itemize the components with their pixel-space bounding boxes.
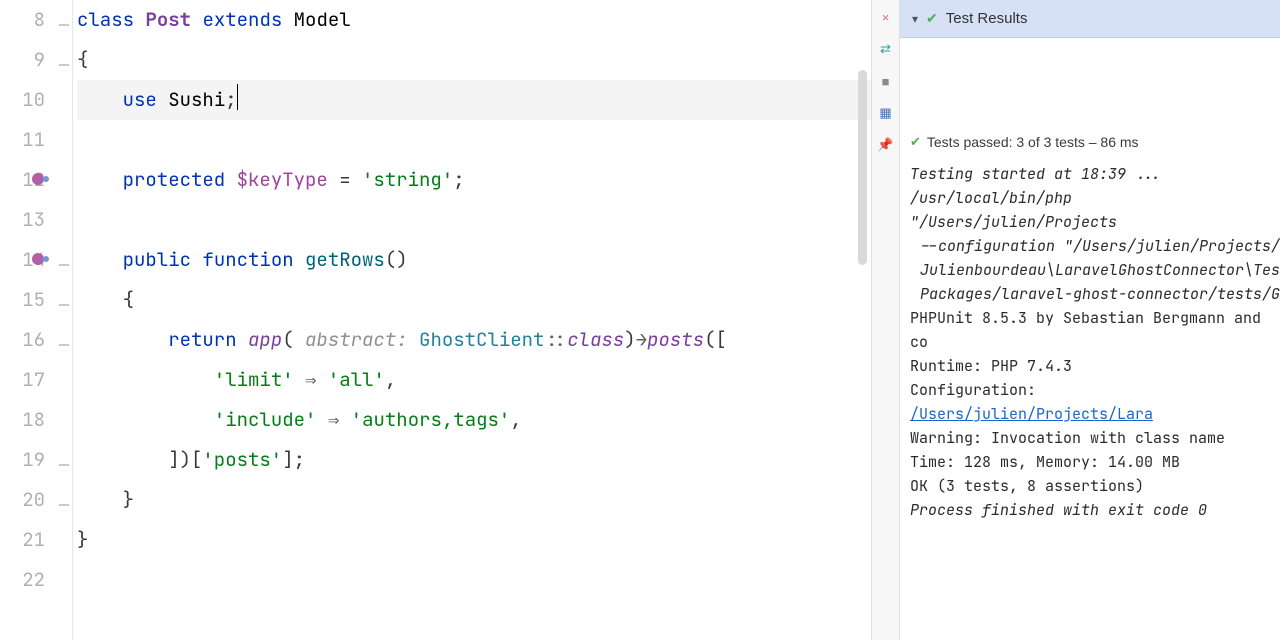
code-line[interactable]: } bbox=[77, 520, 871, 560]
line-number: 21 bbox=[0, 520, 45, 560]
code-line[interactable]: public function getRows() bbox=[77, 240, 871, 280]
editor-scrollbar-thumb[interactable] bbox=[858, 70, 867, 265]
console-line: OK (3 tests, 8 assertions) bbox=[910, 474, 1280, 498]
code-line[interactable]: } bbox=[77, 480, 871, 520]
code-line[interactable]: 'include' ⇒ 'authors,tags', bbox=[77, 400, 871, 440]
fold-toggle[interactable] bbox=[55, 325, 72, 365]
code-line[interactable] bbox=[77, 560, 871, 600]
fold-toggle[interactable] bbox=[55, 285, 72, 325]
console-line: --configuration "/Users/julien/Projects/ bbox=[910, 234, 1280, 258]
line-number: 20 bbox=[0, 480, 45, 520]
console-line: Testing started at 18:39 ... bbox=[910, 162, 1280, 186]
code-line[interactable]: class Post extends Model bbox=[77, 0, 871, 40]
chevron-down-icon: ▾ bbox=[912, 12, 918, 26]
code-line[interactable]: { bbox=[77, 280, 871, 320]
fold-toggle bbox=[55, 165, 72, 205]
fold-toggle[interactable] bbox=[55, 245, 72, 285]
code-line[interactable] bbox=[77, 120, 871, 160]
code-line[interactable]: { bbox=[77, 40, 871, 80]
fold-toggle[interactable] bbox=[55, 45, 72, 85]
toolstrip-button[interactable]: 📌 bbox=[879, 138, 893, 152]
line-number: 11 bbox=[0, 120, 45, 160]
test-toolstrip: × ⇄ ■ ▦ 📌 bbox=[871, 0, 899, 640]
console-line: Configuration: /Users/julien/Projects/La… bbox=[910, 378, 1280, 426]
override-gutter-icon[interactable] bbox=[32, 252, 52, 266]
line-number-gutter: 8910111213141516171819202122 bbox=[0, 0, 55, 640]
test-summary-text: Tests passed: 3 of 3 tests – 86 ms bbox=[927, 134, 1139, 150]
fold-toggle[interactable] bbox=[55, 445, 72, 485]
code-line[interactable]: use Sushi; bbox=[77, 80, 871, 120]
console-line: Packages/laravel-ghost-connector/tests/G bbox=[910, 282, 1280, 306]
line-number: 19 bbox=[0, 440, 45, 480]
line-number: 9 bbox=[0, 40, 45, 80]
override-gutter-icon[interactable] bbox=[32, 172, 52, 186]
test-console[interactable]: Testing started at 18:39 .../usr/local/b… bbox=[900, 156, 1280, 640]
line-number: 16 bbox=[0, 320, 45, 360]
code-editor[interactable]: 8910111213141516171819202122 class Post … bbox=[0, 0, 871, 640]
check-icon: ✔ bbox=[910, 134, 921, 150]
check-icon: ✔ bbox=[926, 10, 938, 27]
toolstrip-button[interactable]: × bbox=[879, 10, 893, 24]
line-number: 15 bbox=[0, 280, 45, 320]
code-line[interactable]: 'limit' ⇒ 'all', bbox=[77, 360, 871, 400]
test-results-panel: ▾ ✔ Test Results ✔ Tests passed: 3 of 3 … bbox=[899, 0, 1280, 640]
code-line[interactable] bbox=[77, 200, 871, 240]
toolstrip-button[interactable]: ■ bbox=[879, 74, 893, 88]
line-number: 10 bbox=[0, 80, 45, 120]
fold-toggle bbox=[55, 85, 72, 125]
test-results-header[interactable]: ▾ ✔ Test Results bbox=[900, 0, 1280, 38]
toolstrip-button[interactable]: ⇄ bbox=[879, 42, 893, 56]
panel-title: Test Results bbox=[946, 10, 1028, 27]
console-line: Process finished with exit code 0 bbox=[910, 498, 1280, 522]
fold-toggle bbox=[55, 205, 72, 245]
line-number: 22 bbox=[0, 560, 45, 600]
console-line: Runtime: PHP 7.4.3 bbox=[910, 354, 1280, 378]
console-line: /usr/local/bin/php "/Users/julien/Projec… bbox=[910, 186, 1280, 234]
line-number: 18 bbox=[0, 400, 45, 440]
fold-gutter[interactable] bbox=[55, 0, 73, 640]
code-area[interactable]: class Post extends Model{ use Sushi; pro… bbox=[73, 0, 871, 640]
fold-toggle[interactable] bbox=[55, 5, 72, 45]
fold-toggle bbox=[55, 365, 72, 405]
fold-toggle bbox=[55, 405, 72, 445]
console-line: Warning: Invocation with class name bbox=[910, 426, 1280, 450]
line-number: 8 bbox=[0, 0, 45, 40]
console-line: PHPUnit 8.5.3 by Sebastian Bergmann and … bbox=[910, 306, 1280, 354]
code-line[interactable]: protected $keyType = 'string'; bbox=[77, 160, 871, 200]
line-number: 17 bbox=[0, 360, 45, 400]
code-line[interactable]: ])['posts']; bbox=[77, 440, 871, 480]
test-summary-bar: ✔ Tests passed: 3 of 3 tests – 86 ms bbox=[900, 38, 1280, 156]
fold-toggle bbox=[55, 565, 72, 605]
fold-toggle bbox=[55, 125, 72, 165]
console-line: Time: 128 ms, Memory: 14.00 MB bbox=[910, 450, 1280, 474]
console-line: Julienbourdeau\LaravelGhostConnector\Tes bbox=[910, 258, 1280, 282]
code-line[interactable]: return app( abstract: GhostClient::class… bbox=[77, 320, 871, 360]
text-cursor bbox=[237, 84, 238, 110]
line-number: 13 bbox=[0, 200, 45, 240]
fold-toggle[interactable] bbox=[55, 485, 72, 525]
fold-toggle bbox=[55, 525, 72, 565]
toolstrip-button[interactable]: ▦ bbox=[879, 106, 893, 120]
